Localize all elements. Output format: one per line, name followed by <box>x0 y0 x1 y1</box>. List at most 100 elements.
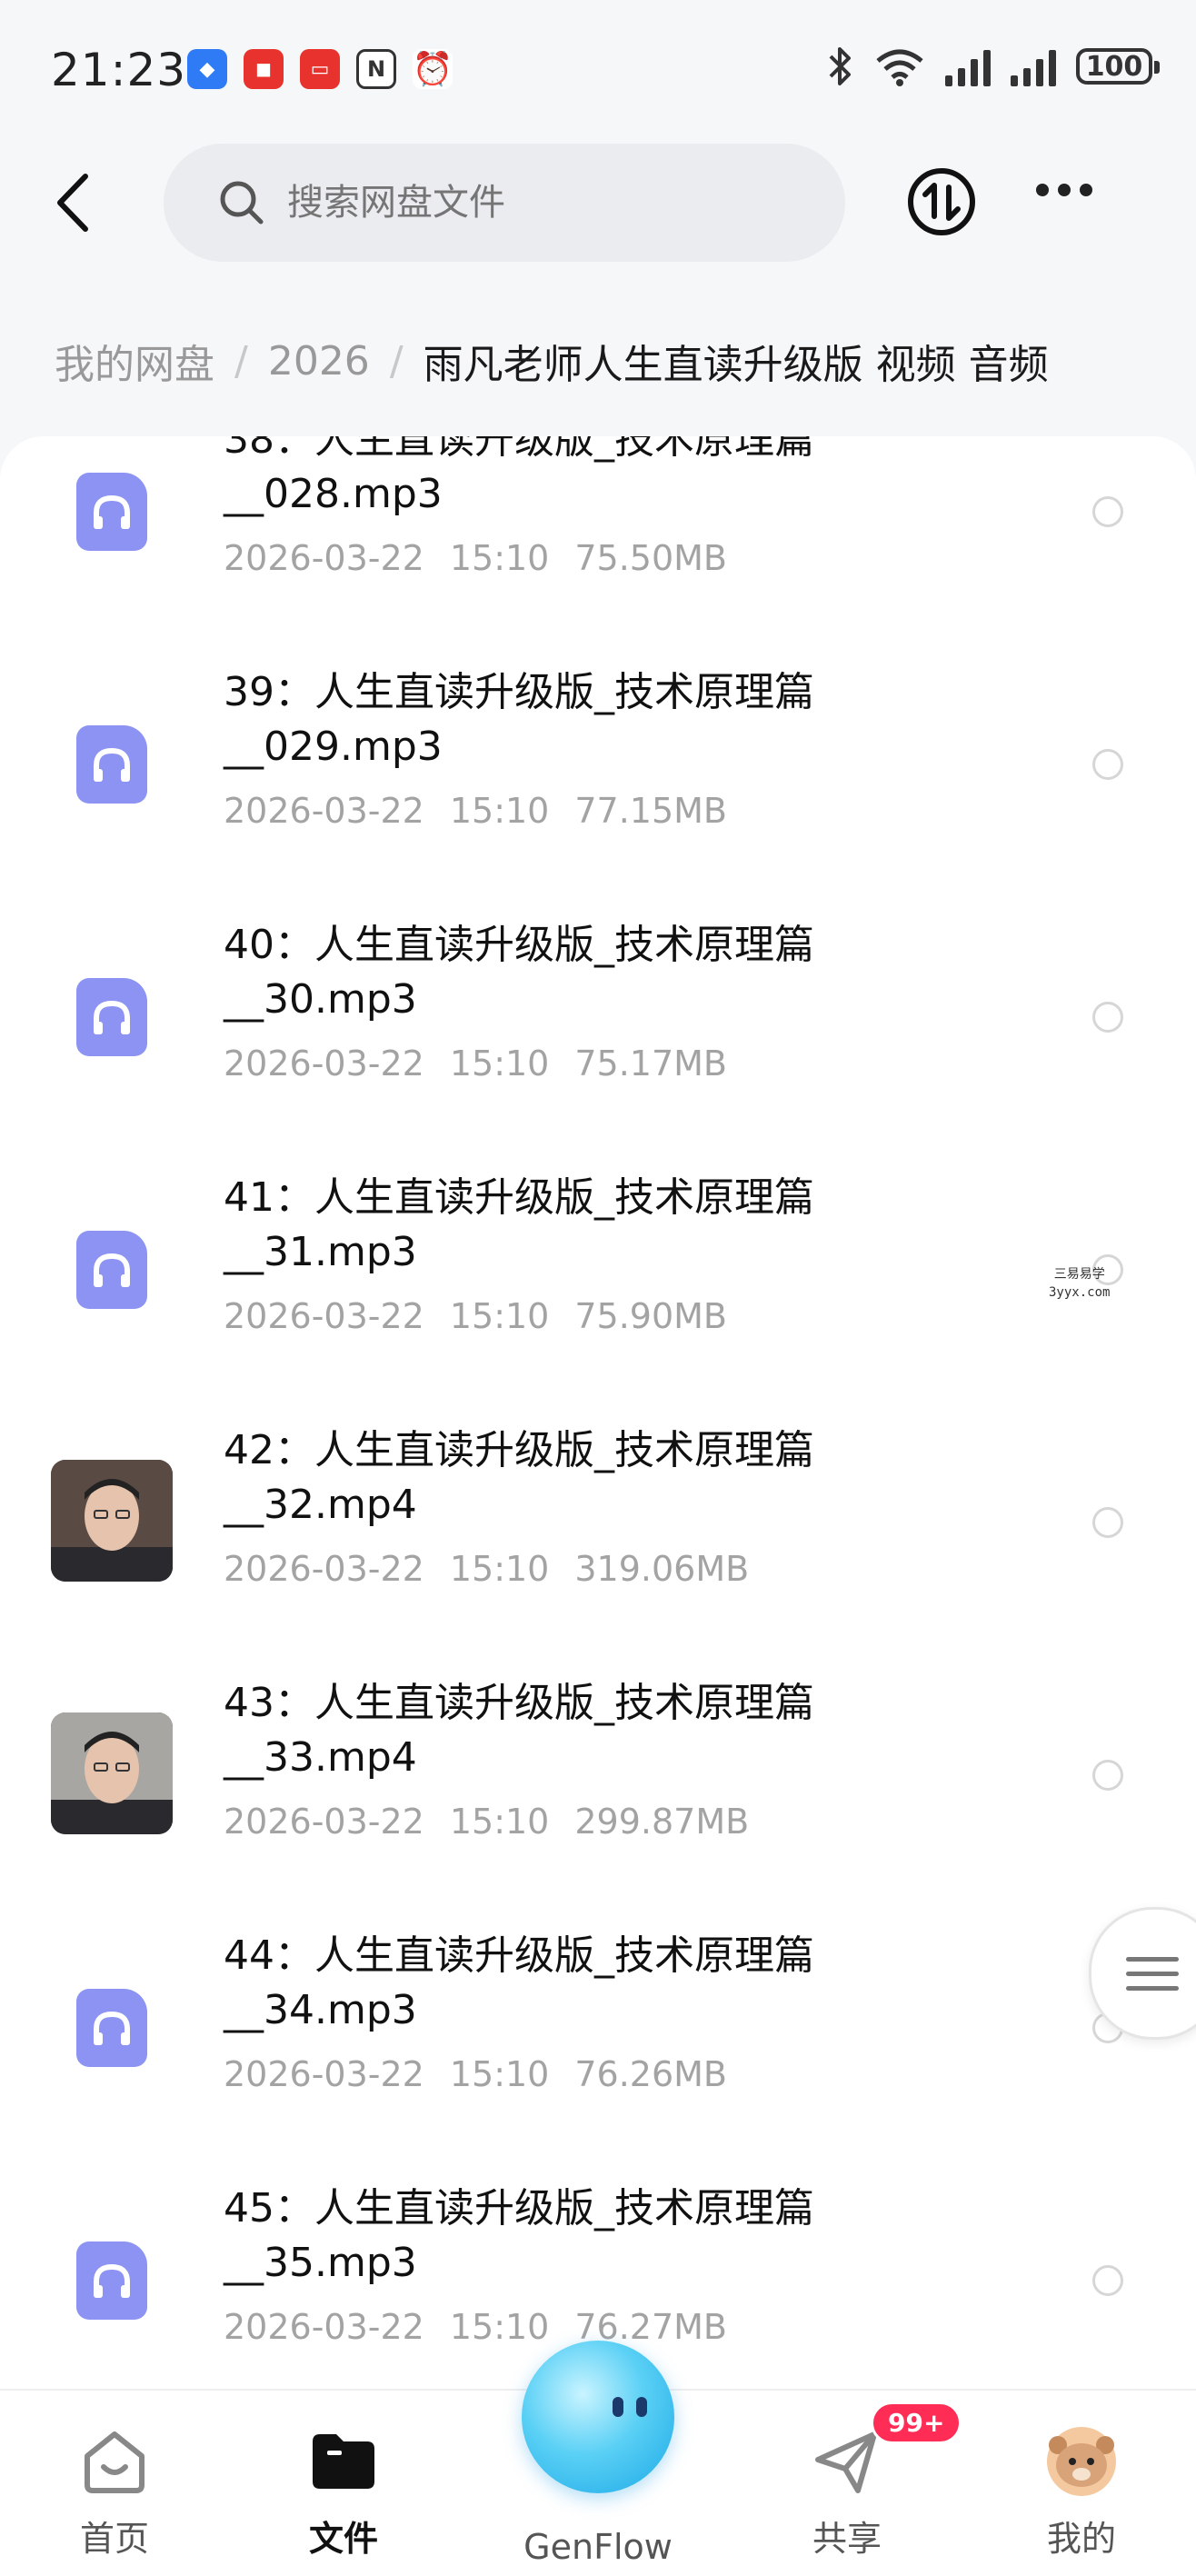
breadcrumb-year[interactable]: 2026 <box>268 338 370 384</box>
battery-icon: 100 <box>1076 48 1160 85</box>
file-time: 15:10 <box>449 1549 550 1589</box>
breadcrumb-root[interactable]: 我的网盘 <box>55 332 214 390</box>
tab-files[interactable]: 文件 <box>253 2423 434 2561</box>
file-size: 75.17MB <box>574 1043 728 1083</box>
audio-file-icon <box>76 2242 147 2320</box>
file-date: 2026-03-22 <box>224 2307 424 2347</box>
file-title-line2: __33.mp4 <box>224 1734 417 1781</box>
file-title: 38：人生直读升级版_技术原理篇 __028.mp3 <box>224 436 914 522</box>
more-options-button[interactable] <box>1036 184 1092 196</box>
tab-label: 共享 <box>812 2519 882 2559</box>
folder-icon <box>305 2423 382 2500</box>
select-radio[interactable] <box>1092 1507 1123 1538</box>
tab-home[interactable]: 首页 <box>24 2423 205 2561</box>
select-radio[interactable] <box>1092 2265 1123 2296</box>
file-title-line1: 41：人生直读升级版_技术原理篇 <box>224 1174 814 1221</box>
select-radio[interactable] <box>1092 496 1123 527</box>
menu-line-icon <box>1126 1986 1179 1991</box>
file-title: 39：人生直读升级版_技术原理篇 __029.mp3 <box>224 665 914 774</box>
transfer-list-icon <box>908 168 975 235</box>
file-title-line1: 42：人生直读升级版_技术原理篇 <box>224 1427 814 1473</box>
file-time: 15:10 <box>449 2307 550 2347</box>
file-meta: 2026-03-22 15:10 75.50MB <box>224 538 752 578</box>
file-row[interactable]: 42：人生直读升级版_技术原理篇 __32.mp4 2026-03-22 15:1… <box>0 1383 1196 1636</box>
file-meta: 2026-03-22 15:10 77.15MB <box>224 791 752 831</box>
genflow-eye <box>636 2397 647 2417</box>
tab-label: 首页 <box>79 2519 149 2559</box>
tab-label: 文件 <box>308 2519 378 2559</box>
audio-file-icon <box>76 725 147 804</box>
tab-label: 我的 <box>1046 2519 1116 2559</box>
file-row[interactable]: 39：人生直读升级版_技术原理篇 __029.mp3 2026-03-22 15:… <box>0 625 1196 878</box>
chevron-left-icon <box>57 174 88 232</box>
signal-icon-2 <box>1011 46 1056 86</box>
tab-label: GenFlow <box>523 2527 673 2567</box>
file-date: 2026-03-22 <box>224 1802 424 1842</box>
file-row[interactable]: 41：人生直读升级版_技术原理篇 __31.mp3 2026-03-22 15:1… <box>0 1131 1196 1383</box>
search-input[interactable] <box>285 181 798 225</box>
file-time: 15:10 <box>449 791 550 831</box>
file-time: 15:10 <box>449 538 550 578</box>
share-badge: 99+ <box>871 2401 962 2444</box>
bluetooth-icon <box>829 47 851 85</box>
file-size: 319.06MB <box>574 1549 750 1589</box>
status-right: 100 <box>827 45 1160 87</box>
file-title-line2: __30.mp3 <box>224 976 417 1023</box>
breadcrumb-current: 雨凡老师人生直读升级版 视频 音频 <box>423 342 1049 388</box>
search-bar[interactable] <box>164 144 845 262</box>
tab-profile[interactable]: 我的 <box>991 2423 1172 2561</box>
file-title: 40：人生直读升级版_技术原理篇 __30.mp3 <box>224 918 914 1027</box>
search-icon <box>218 179 265 226</box>
file-title-line2: __35.mp3 <box>224 2240 417 2286</box>
file-row[interactable]: 38：人生直读升级版_技术原理篇 __028.mp3 2026-03-22 15:… <box>0 436 1196 625</box>
file-title-line2: __028.mp3 <box>224 471 443 517</box>
huawei-app-icon: ◼ <box>244 49 284 89</box>
file-size: 75.50MB <box>574 538 728 578</box>
file-date: 2026-03-22 <box>224 1043 424 1083</box>
status-time: 21:23 <box>51 44 187 96</box>
file-title: 43：人生直读升级版_技术原理篇 __33.mp4 <box>224 1676 914 1785</box>
status-bar: 21:23 ◆ ◼ ▭ N ⏰ 100 <box>0 0 1196 136</box>
file-time: 15:10 <box>449 1802 550 1842</box>
file-size: 76.26MB <box>574 2054 728 2094</box>
alarm-icon: ⏰ <box>412 49 453 89</box>
breadcrumb-separator: / <box>389 337 404 384</box>
file-row[interactable]: 40：人生直读升级版_技术原理篇 __30.mp3 2026-03-22 15:1… <box>0 878 1196 1131</box>
dot-icon <box>1080 184 1092 196</box>
breadcrumb-separator: / <box>234 337 248 384</box>
file-size: 75.90MB <box>574 1296 728 1336</box>
file-time: 15:10 <box>449 1043 550 1083</box>
file-time: 15:10 <box>449 1296 550 1336</box>
menu-line-icon <box>1126 1972 1179 1976</box>
back-button[interactable] <box>45 171 100 235</box>
file-title: 41：人生直读升级版_技术原理篇 __31.mp3 <box>224 1171 914 1280</box>
file-title-line2: __32.mp4 <box>224 1482 417 1528</box>
select-radio[interactable] <box>1092 1002 1123 1033</box>
file-title-line2: __31.mp3 <box>224 1229 417 1275</box>
file-title-line1: 45：人生直读升级版_技术原理篇 <box>224 2185 814 2232</box>
file-title: 42：人生直读升级版_技术原理篇 __32.mp4 <box>224 1423 914 1533</box>
watermark: 三易易学 3yyx.com <box>1049 1265 1110 1302</box>
red-app-icon: ▭ <box>300 49 340 89</box>
file-title-line1: 38：人生直读升级版_技术原理篇 <box>224 436 814 463</box>
signal-icon-1 <box>945 46 991 86</box>
file-meta: 2026-03-22 15:10 76.26MB <box>224 2054 752 2094</box>
video-thumbnail <box>51 1712 173 1834</box>
transfer-button[interactable] <box>905 165 978 238</box>
home-icon <box>76 2423 153 2500</box>
file-meta: 2026-03-22 15:10 75.17MB <box>224 1043 752 1083</box>
file-list[interactable]: 38：人生直读升级版_技术原理篇 __028.mp3 2026-03-22 15:… <box>0 436 1196 2391</box>
file-date: 2026-03-22 <box>224 1296 424 1336</box>
menu-line-icon <box>1126 1957 1179 1962</box>
file-title: 44：人生直读升级版_技术原理篇 __34.mp3 <box>224 1929 914 2038</box>
file-row[interactable]: 44：人生直读升级版_技术原理篇 __34.mp3 2026-03-22 15:1… <box>0 1889 1196 2142</box>
breadcrumb: 我的网盘 / 2026 / 雨凡老师人生直读升级版 视频 音频 <box>55 332 1049 390</box>
nfc-icon: N <box>356 49 396 89</box>
genflow-icon[interactable] <box>522 2341 674 2493</box>
file-title-line1: 40：人生直读升级版_技术原理篇 <box>224 922 814 968</box>
file-row[interactable]: 43：人生直读升级版_技术原理篇 __33.mp4 2026-03-22 15:1… <box>0 1636 1196 1889</box>
file-title-line2: __029.mp3 <box>224 724 443 770</box>
select-radio[interactable] <box>1092 1760 1123 1791</box>
select-radio[interactable] <box>1092 749 1123 780</box>
file-meta: 2026-03-22 15:10 319.06MB <box>224 1549 774 1589</box>
